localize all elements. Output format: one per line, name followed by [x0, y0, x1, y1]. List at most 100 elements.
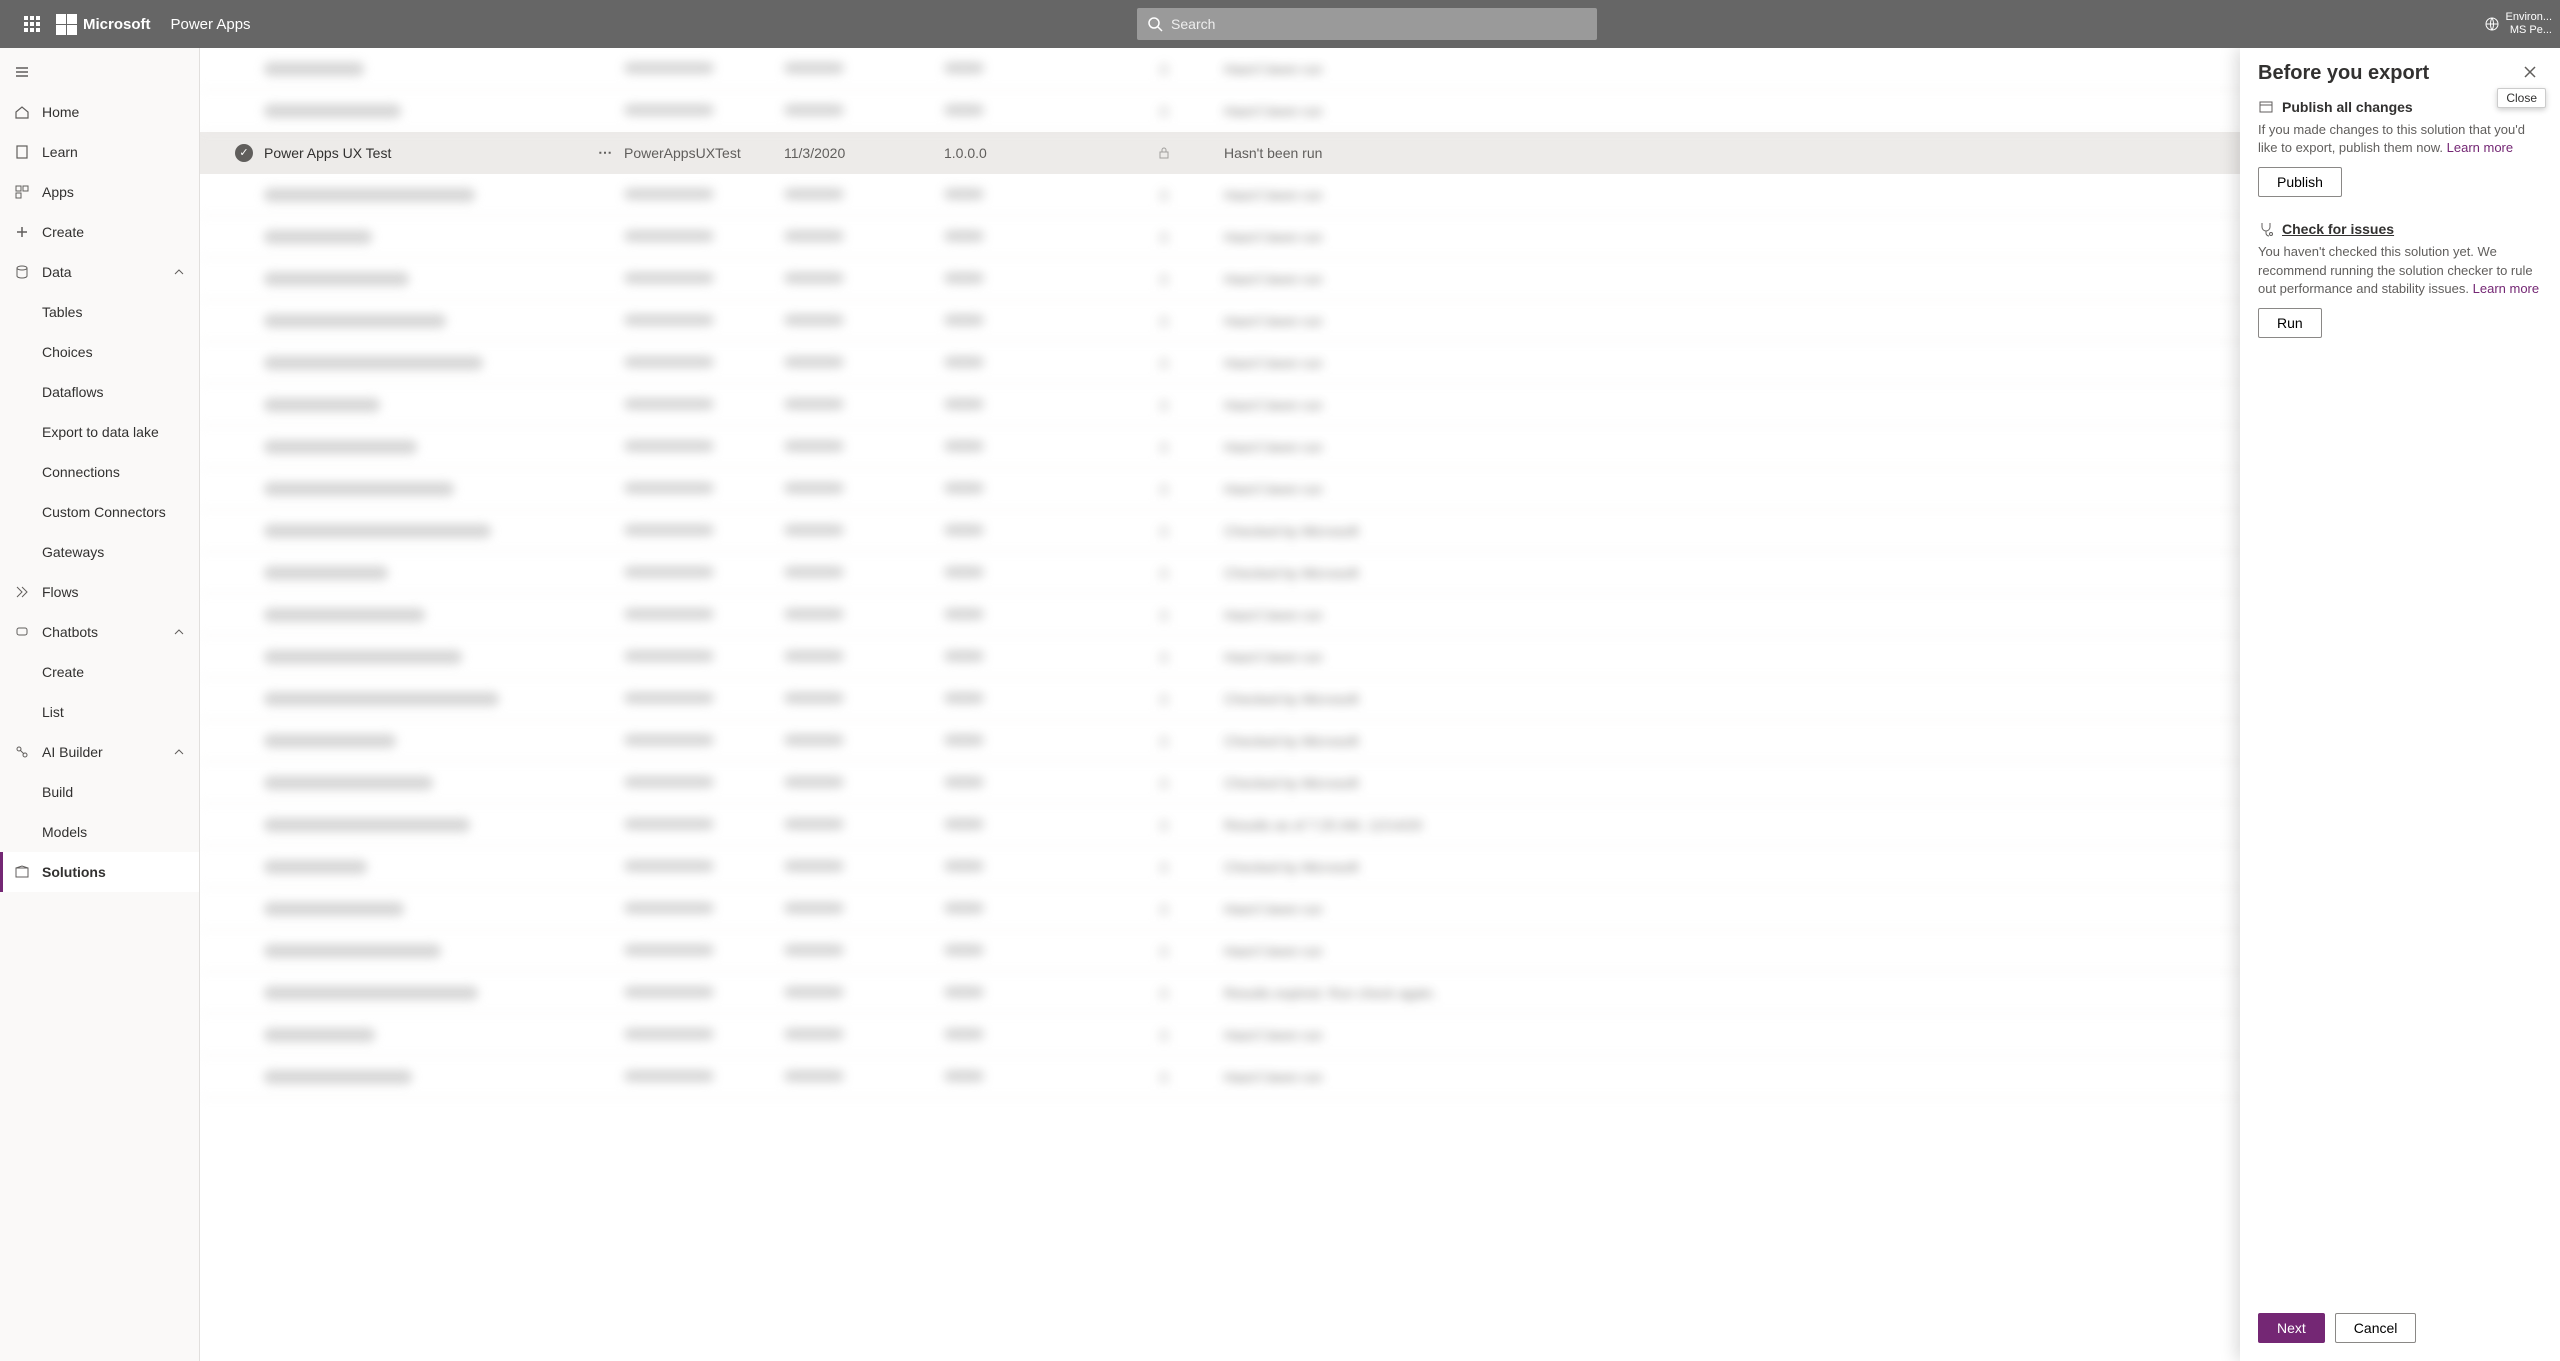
lock-icon	[1157, 1028, 1171, 1042]
table-row[interactable]: Hasn't been run	[200, 384, 2560, 426]
nav-connections[interactable]: Connections	[0, 452, 199, 492]
lock-icon	[1157, 314, 1171, 328]
nav-learn-label: Learn	[42, 144, 78, 160]
learn-more-link-2[interactable]: Learn more	[2473, 281, 2539, 296]
nav-learn[interactable]: Learn	[0, 132, 199, 172]
check-icon[interactable]: ✓	[235, 144, 253, 162]
lock-icon	[1157, 734, 1171, 748]
date-cell: 11/3/2020	[784, 145, 944, 161]
table-row[interactable]: Checked by Microsoft	[200, 552, 2560, 594]
table-row[interactable]: Hasn't been run	[200, 258, 2560, 300]
table-row[interactable]: ✓Power Apps UX Test⋯PowerAppsUXTest11/3/…	[200, 132, 2560, 174]
table-row[interactable]: Checked by Microsoft	[200, 762, 2560, 804]
lock-icon	[1157, 188, 1171, 202]
table-row[interactable]: Hasn't been run	[200, 888, 2560, 930]
nav-chatbots-label: Chatbots	[42, 624, 98, 640]
data-icon	[14, 264, 30, 280]
app-launcher[interactable]	[8, 0, 56, 48]
lock-icon	[1157, 230, 1171, 244]
table-row[interactable]: Checked by Microsoft	[200, 510, 2560, 552]
table-row[interactable]: Checked by Microsoft	[200, 846, 2560, 888]
check-section-text: You haven't checked this solution yet. W…	[2258, 243, 2542, 298]
lock-icon	[1157, 62, 1171, 76]
lock-icon	[1157, 482, 1171, 496]
nav-dataflows[interactable]: Dataflows	[0, 372, 199, 412]
publish-section-text: If you made changes to this solution tha…	[2258, 121, 2542, 157]
chevron-up-icon	[173, 266, 185, 278]
lock-icon	[1157, 902, 1171, 916]
table-row[interactable]: Hasn't been run	[200, 1056, 2560, 1098]
stethoscope-icon	[2258, 221, 2274, 237]
nav-home[interactable]: Home	[0, 92, 199, 132]
lock-icon	[1157, 566, 1171, 580]
table-row[interactable]: Hasn't been run	[200, 90, 2560, 132]
lock-icon	[1157, 524, 1171, 538]
table-row[interactable]: Hasn't been run	[200, 930, 2560, 972]
more-button[interactable]: ⋯	[598, 144, 614, 161]
solutions-table: Hasn't been runHasn't been run✓Power App…	[200, 48, 2560, 1361]
table-row[interactable]: Checked by Microsoft	[200, 720, 2560, 762]
lock-icon	[1157, 692, 1171, 706]
table-row[interactable]: Hasn't been run	[200, 594, 2560, 636]
nav-create-label: Create	[42, 224, 84, 240]
nav-flows[interactable]: Flows	[0, 572, 199, 612]
lock-icon	[1157, 104, 1171, 118]
table-row[interactable]: Hasn't been run	[200, 174, 2560, 216]
run-button[interactable]: Run	[2258, 308, 2322, 338]
book-icon	[14, 144, 30, 160]
nav-chatbots[interactable]: Chatbots	[0, 612, 199, 652]
search-input[interactable]	[1171, 16, 1587, 32]
table-row[interactable]: Hasn't been run	[200, 300, 2560, 342]
nav-apps[interactable]: Apps	[0, 172, 199, 212]
table-row[interactable]: Hasn't been run	[200, 636, 2560, 678]
table-row[interactable]: Hasn't been run	[200, 1014, 2560, 1056]
nav-ai-build[interactable]: Build	[0, 772, 199, 812]
waffle-icon	[24, 16, 40, 32]
table-row[interactable]: Hasn't been run	[200, 216, 2560, 258]
plus-icon	[14, 224, 30, 240]
nav-sidebar: Home Learn Apps Create Data Tables Choic…	[0, 48, 200, 1361]
nav-solutions[interactable]: Solutions	[0, 852, 199, 892]
close-tooltip: Close	[2497, 88, 2546, 108]
nav-export-lake[interactable]: Export to data lake	[0, 412, 199, 452]
nav-hamburger[interactable]	[0, 52, 199, 92]
environment-icon	[2484, 16, 2500, 32]
environment-picker[interactable]: Environ... MS Pe...	[2484, 11, 2552, 37]
nav-apps-label: Apps	[42, 184, 74, 200]
nav-chatbots-create[interactable]: Create	[0, 652, 199, 692]
nav-tables[interactable]: Tables	[0, 292, 199, 332]
nav-chatbots-list[interactable]: List	[0, 692, 199, 732]
cancel-button[interactable]: Cancel	[2335, 1313, 2417, 1343]
microsoft-logo: Microsoft	[56, 14, 151, 35]
table-row[interactable]: Hasn't been run	[200, 468, 2560, 510]
close-icon	[2522, 64, 2538, 80]
table-row[interactable]: Hasn't been run	[200, 48, 2560, 90]
table-row[interactable]: Results expired. Run check again.	[200, 972, 2560, 1014]
table-row[interactable]: Hasn't been run	[200, 426, 2560, 468]
nav-data-label: Data	[42, 264, 72, 280]
nav-data[interactable]: Data	[0, 252, 199, 292]
ai-icon	[14, 744, 30, 760]
publish-button[interactable]: Publish	[2258, 167, 2342, 197]
solution-name: Power Apps UX Test	[264, 145, 391, 161]
nav-create[interactable]: Create	[0, 212, 199, 252]
home-icon	[14, 104, 30, 120]
table-row[interactable]: Checked by Microsoft	[200, 678, 2560, 720]
learn-more-link[interactable]: Learn more	[2447, 140, 2513, 155]
chatbot-icon	[14, 624, 30, 640]
nav-ai-models[interactable]: Models	[0, 812, 199, 852]
chevron-up-icon	[173, 746, 185, 758]
search-icon	[1147, 16, 1163, 32]
nav-ai-builder[interactable]: AI Builder	[0, 732, 199, 772]
next-button[interactable]: Next	[2258, 1313, 2325, 1343]
nav-gateways[interactable]: Gateways	[0, 532, 199, 572]
table-row[interactable]: Hasn't been run	[200, 342, 2560, 384]
check-section-heading[interactable]: Check for issues	[2258, 221, 2542, 237]
nav-custom-connectors[interactable]: Custom Connectors	[0, 492, 199, 532]
nav-choices[interactable]: Choices	[0, 332, 199, 372]
table-row[interactable]: Results as of 7:25 AM, 12/14/20	[200, 804, 2560, 846]
close-button[interactable]: Close	[2522, 64, 2542, 84]
global-search[interactable]	[1137, 8, 1597, 40]
nav-solutions-label: Solutions	[42, 864, 106, 880]
nav-flows-label: Flows	[42, 584, 79, 600]
